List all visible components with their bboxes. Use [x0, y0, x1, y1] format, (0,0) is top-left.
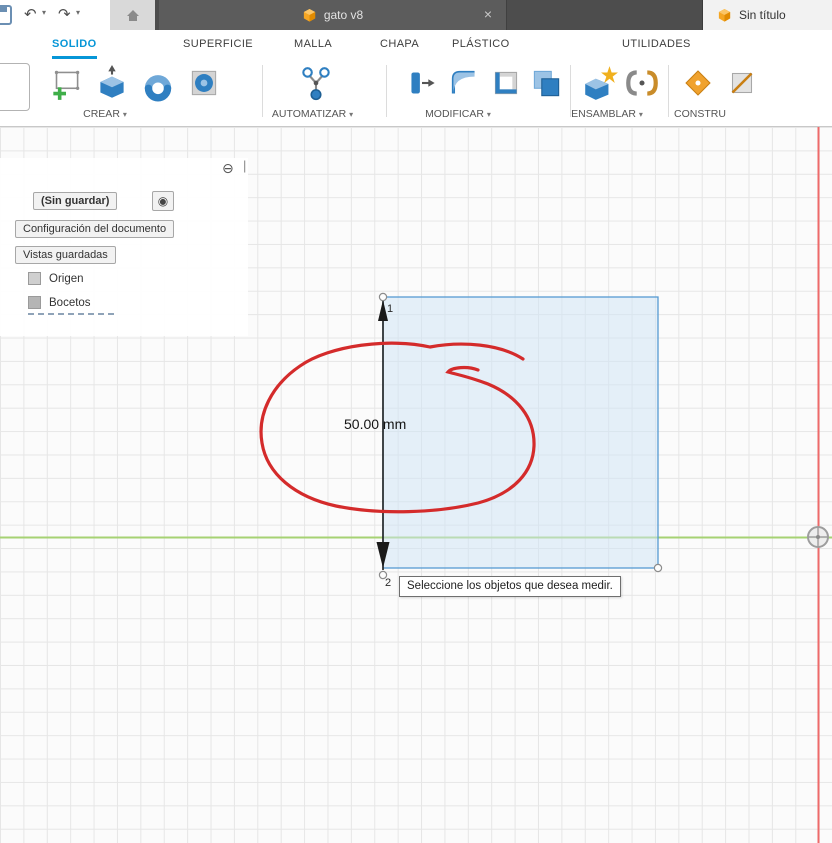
tab-chapa[interactable]: CHAPA [380, 30, 419, 59]
automate-button[interactable] [296, 63, 336, 103]
undo-button[interactable]: ↶ [24, 3, 37, 27]
revolve-button[interactable] [138, 63, 178, 103]
partial-tool-button[interactable] [0, 63, 30, 111]
document-cube-icon [303, 8, 315, 22]
sketches-folder-icon [28, 296, 41, 309]
window-titlebar: ↶ ▾ ↷ ▾ gato v8 × Sin título [0, 0, 832, 30]
save-icon[interactable] [0, 5, 12, 25]
cylinder-icon [191, 70, 217, 96]
chevron-down-icon: ▾ [122, 110, 127, 119]
automate-node-icon [302, 67, 330, 101]
undo-dropdown[interactable]: ▾ [42, 8, 46, 17]
tab-utilidades[interactable]: UTILIDADES [622, 30, 691, 59]
redo-button[interactable]: ↷ [58, 3, 71, 27]
fusion-window: ↶ ▾ ↷ ▾ gato v8 × Sin título SOLIDO SUPE… [0, 0, 832, 843]
measure-tooltip: Seleccione los objetos que desea medir. [399, 576, 621, 597]
cylinder-button[interactable] [184, 63, 224, 103]
fillet-button[interactable] [444, 63, 484, 103]
new-component-icon [585, 66, 618, 100]
tab-plastico[interactable]: PLÁSTICO [452, 30, 510, 59]
untitled-tab-title: Sin título [739, 8, 786, 22]
panel-grip[interactable]: | [243, 158, 246, 173]
toolbar-divider [386, 65, 387, 117]
document-tab-untitled[interactable]: Sin título [702, 0, 832, 30]
group-label-construir[interactable]: CONSTRU [650, 106, 750, 122]
new-component-button[interactable] [580, 63, 620, 103]
document-record-icon[interactable]: ◉ [152, 191, 174, 211]
document-tab-gato-v8[interactable]: gato v8 × [159, 0, 507, 30]
group-label-crear[interactable]: CREAR ▾ [55, 106, 155, 122]
combine-button[interactable] [526, 63, 566, 103]
fillet-icon [451, 70, 475, 94]
measure-point-1-label: 1 [387, 303, 394, 315]
chevron-down-icon: ▾ [638, 110, 643, 119]
home-view-button[interactable] [110, 0, 155, 30]
dimension-value-label[interactable]: 50.00 mm [344, 416, 406, 432]
construction-axis-icon [731, 72, 753, 94]
combine-icon [533, 70, 560, 97]
origin-folder-icon [28, 272, 41, 285]
browser-item-sketches[interactable]: Bocetos [28, 296, 114, 315]
press-pull-button[interactable] [402, 63, 442, 103]
document-unsaved-label[interactable]: (Sin guardar) [33, 192, 118, 210]
group-label-modificar[interactable]: MODIFICAR ▾ [398, 106, 518, 122]
group-label-ensamblar[interactable]: ENSAMBLAR ▾ [548, 106, 666, 122]
shell-icon [494, 71, 518, 95]
chevron-down-icon: ▾ [486, 110, 491, 119]
create-sketch-button[interactable] [46, 63, 86, 103]
document-cube-icon [718, 8, 731, 22]
joint-icon [626, 70, 658, 96]
browser-item-document-settings[interactable]: Configuración del documento [15, 220, 175, 238]
joint-button[interactable] [622, 63, 662, 103]
browser-item-saved-views[interactable]: Vistas guardadas [15, 246, 116, 264]
ribbon-toolbar: CREAR ▾ AUTOMATIZAR ▾ MODIFICAR ▾ ENSAMB… [0, 59, 832, 127]
tab-solido[interactable]: SOLIDO [52, 30, 97, 59]
document-tab-title: gato v8 [323, 8, 364, 22]
measure-point-2-label: 2 [385, 577, 392, 589]
group-label-automatizar[interactable]: AUTOMATIZAR ▾ [255, 106, 370, 122]
tab-malla[interactable]: MALLA [294, 30, 332, 59]
construction-plane-icon [685, 70, 711, 96]
browser-item-origin[interactable]: Origen [28, 272, 84, 285]
revolve-icon [144, 75, 172, 102]
chevron-down-icon: ▾ [349, 110, 354, 119]
close-tab-icon[interactable]: × [484, 6, 492, 22]
ribbon-tab-row: SOLIDO SUPERFICIE MALLA CHAPA PLÁSTICO U… [0, 30, 832, 59]
create-sketch-icon [53, 70, 80, 100]
document-tabstrip: gato v8 × Sin título [155, 0, 832, 30]
tab-superficie[interactable]: SUPERFICIE [183, 30, 253, 59]
extrude-box-icon [100, 65, 124, 98]
construction-axis-button[interactable] [722, 63, 762, 103]
shell-button[interactable] [486, 63, 526, 103]
redo-dropdown[interactable]: ▾ [76, 8, 80, 17]
collapse-panel-icon[interactable]: ⊖ [222, 160, 234, 177]
browser-panel: ⊖ | (Sin guardar) ◉ Configuración del do… [0, 158, 248, 336]
construction-plane-button[interactable] [678, 63, 718, 103]
home-icon [126, 9, 139, 21]
extrude-button[interactable] [92, 63, 132, 103]
press-pull-icon [411, 72, 435, 94]
